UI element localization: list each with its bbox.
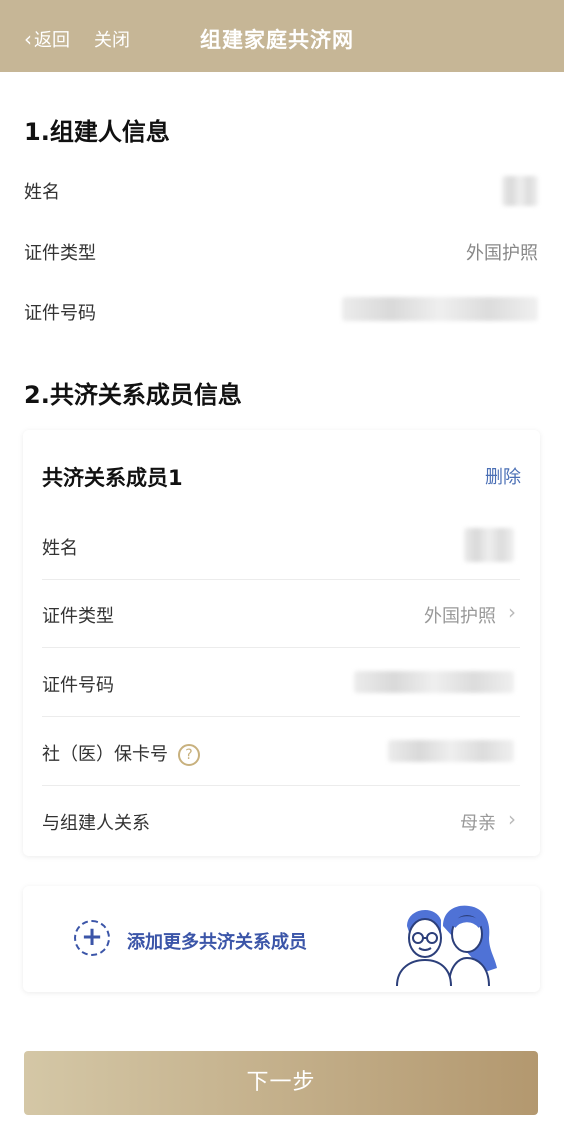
next-step-button[interactable]: 下一步 bbox=[24, 1051, 538, 1115]
delete-member-button[interactable]: 删除 bbox=[485, 463, 521, 489]
member-id-type-row[interactable]: 证件类型 外国护照 › bbox=[42, 580, 520, 648]
member-name-label: 姓名 bbox=[42, 538, 78, 559]
chevron-right-icon: › bbox=[508, 600, 516, 624]
member-name-redacted bbox=[464, 528, 514, 562]
creator-id-number-label: 证件号码 bbox=[24, 303, 96, 324]
creator-name-label: 姓名 bbox=[24, 182, 60, 203]
member-card-title: 共济关系成员1 bbox=[42, 466, 183, 490]
social-card-label-text: 社（医）保卡号 bbox=[42, 744, 168, 765]
creator-id-number-redacted bbox=[342, 297, 538, 321]
add-plus-icon: + bbox=[74, 920, 110, 956]
creator-id-type-label: 证件类型 bbox=[24, 243, 96, 264]
help-icon[interactable]: ? bbox=[178, 744, 200, 766]
member-id-number-label: 证件号码 bbox=[42, 675, 114, 696]
member-social-card-redacted bbox=[388, 740, 514, 762]
top-nav-bar: ‹ 返回 关闭 组建家庭共济网 bbox=[0, 0, 564, 72]
member-relation-row[interactable]: 与组建人关系 母亲 › bbox=[42, 787, 520, 855]
creator-name-redacted bbox=[502, 176, 538, 206]
member-social-card-row[interactable]: 社（医）保卡号? bbox=[42, 718, 520, 786]
member-id-number-row[interactable]: 证件号码 bbox=[42, 649, 520, 717]
member-social-card-label: 社（医）保卡号? bbox=[42, 740, 200, 766]
member-id-type-value: 外国护照 bbox=[424, 606, 496, 627]
member-relation-label: 与组建人关系 bbox=[42, 813, 150, 834]
section-title-creator: 1.组建人信息 bbox=[24, 118, 170, 146]
add-member-label: 添加更多共济关系成员 bbox=[127, 932, 307, 953]
member-name-row[interactable]: 姓名 bbox=[42, 512, 520, 580]
section-title-members: 2.共济关系成员信息 bbox=[24, 381, 242, 409]
creator-id-number-row: 证件号码 bbox=[24, 295, 538, 325]
back-label: 返回 bbox=[34, 30, 70, 51]
family-illustration-icon bbox=[396, 905, 497, 986]
chevron-right-icon: › bbox=[508, 807, 516, 831]
member-relation-value: 母亲 bbox=[460, 813, 496, 834]
chevron-left-icon: ‹ bbox=[24, 27, 32, 51]
member-id-type-label: 证件类型 bbox=[42, 606, 114, 627]
creator-id-type-row: 证件类型 外国护照 bbox=[24, 235, 538, 265]
creator-id-type-value: 外国护照 bbox=[466, 243, 538, 264]
member-card: 共济关系成员1 删除 姓名 证件类型 外国护照 › 证件号码 社（医）保卡号? … bbox=[23, 430, 540, 856]
creator-name-row: 姓名 bbox=[24, 174, 538, 206]
add-member-card[interactable]: + 添加更多共济关系成员 bbox=[23, 886, 540, 992]
close-button[interactable]: 关闭 bbox=[94, 26, 130, 52]
back-button[interactable]: ‹ 返回 bbox=[24, 26, 70, 52]
page-title: 组建家庭共济网 bbox=[200, 28, 354, 52]
member-id-number-redacted bbox=[354, 671, 514, 693]
